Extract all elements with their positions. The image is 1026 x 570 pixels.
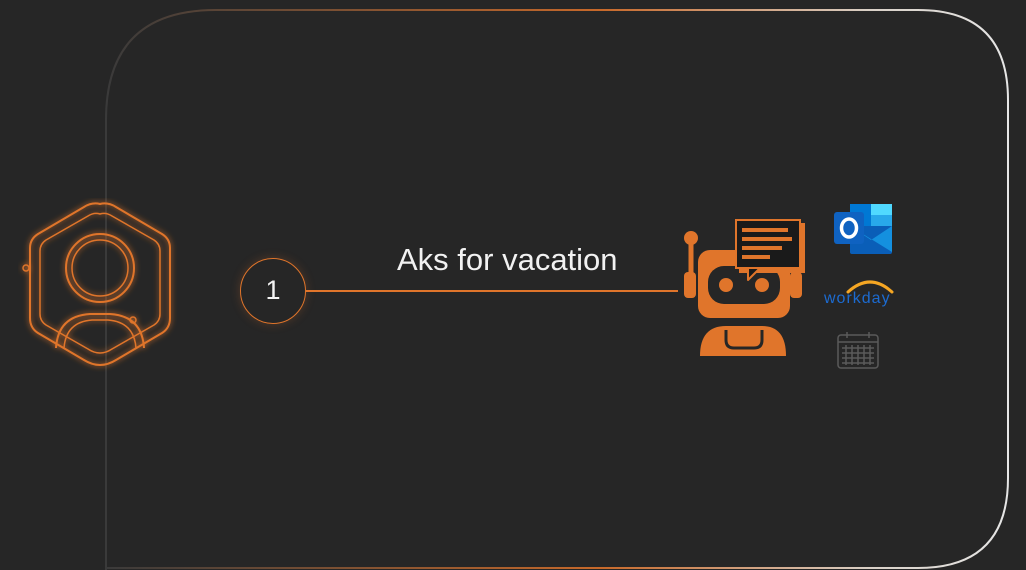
connector-line	[306, 290, 678, 292]
workday-wordmark: workday	[824, 290, 891, 307]
diagram-canvas: 1 Aks for vacation workday	[0, 0, 1026, 570]
calendar-icon	[837, 332, 879, 369]
outlook-icon	[834, 204, 892, 254]
workday-logo: workday	[824, 274, 914, 314]
step-label: Aks for vacation	[397, 242, 618, 277]
step-number-badge: 1	[240, 258, 306, 324]
user-hexagon-icon	[22, 202, 171, 366]
chatbot-icon	[684, 219, 805, 356]
